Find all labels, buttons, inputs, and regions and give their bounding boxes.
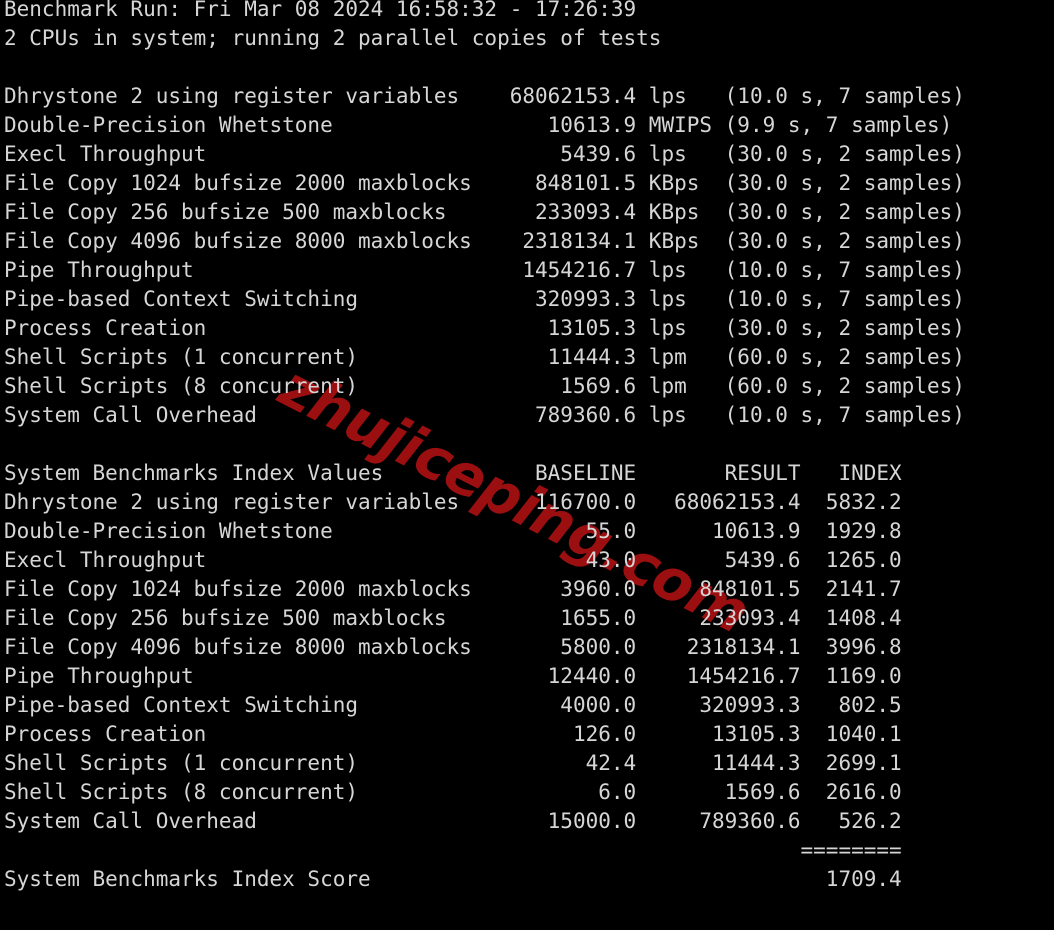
- raw-result-row: Dhrystone 2 using register variables 680…: [4, 84, 965, 108]
- header-line-1: 2 CPUs in system; running 2 parallel cop…: [4, 26, 662, 50]
- index-table-row: Shell Scripts (8 concurrent) 6.0 1569.6 …: [4, 780, 902, 804]
- index-table-row: Pipe-based Context Switching 4000.0 3209…: [4, 693, 902, 717]
- index-table-row: File Copy 1024 bufsize 2000 maxblocks 39…: [4, 577, 902, 601]
- header-line-0: Benchmark Run: Fri Mar 08 2024 16:58:32 …: [4, 0, 637, 21]
- raw-result-row: Process Creation 13105.3 lps (30.0 s, 2 …: [4, 316, 965, 340]
- index-table-row: Shell Scripts (1 concurrent) 42.4 11444.…: [4, 751, 902, 775]
- index-score-separator: ========: [4, 838, 902, 862]
- index-table-row: Dhrystone 2 using register variables 116…: [4, 490, 902, 514]
- raw-result-row: File Copy 4096 bufsize 8000 maxblocks 23…: [4, 229, 965, 253]
- raw-result-row: File Copy 1024 bufsize 2000 maxblocks 84…: [4, 171, 965, 195]
- index-table-row: File Copy 4096 bufsize 8000 maxblocks 58…: [4, 635, 902, 659]
- raw-result-row: Shell Scripts (1 concurrent) 11444.3 lpm…: [4, 345, 965, 369]
- raw-result-row: System Call Overhead 789360.6 lps (10.0 …: [4, 403, 965, 427]
- index-table-row: File Copy 256 bufsize 500 maxblocks 1655…: [4, 606, 902, 630]
- index-table-header: System Benchmarks Index Values BASELINE …: [4, 461, 902, 485]
- index-table-row: System Call Overhead 15000.0 789360.6 52…: [4, 809, 902, 833]
- raw-result-row: File Copy 256 bufsize 500 maxblocks 2330…: [4, 200, 965, 224]
- raw-result-row: Shell Scripts (8 concurrent) 1569.6 lpm …: [4, 374, 965, 398]
- raw-result-row: Double-Precision Whetstone 10613.9 MWIPS…: [4, 113, 953, 137]
- index-table-row: Execl Throughput 43.0 5439.6 1265.0: [4, 548, 902, 572]
- raw-result-row: Pipe Throughput 1454216.7 lps (10.0 s, 7…: [4, 258, 965, 282]
- index-table-row: Pipe Throughput 12440.0 1454216.7 1169.0: [4, 664, 902, 688]
- raw-result-row: Execl Throughput 5439.6 lps (30.0 s, 2 s…: [4, 142, 965, 166]
- raw-result-row: Pipe-based Context Switching 320993.3 lp…: [4, 287, 965, 311]
- terminal-output: ----------------------------------------…: [0, 0, 1054, 894]
- terminal-window: zhujiceping.com ------------------------…: [0, 0, 1054, 930]
- index-score-row: System Benchmarks Index Score 1709.4: [4, 867, 902, 891]
- index-table-row: Process Creation 126.0 13105.3 1040.1: [4, 722, 902, 746]
- index-table-row: Double-Precision Whetstone 55.0 10613.9 …: [4, 519, 902, 543]
